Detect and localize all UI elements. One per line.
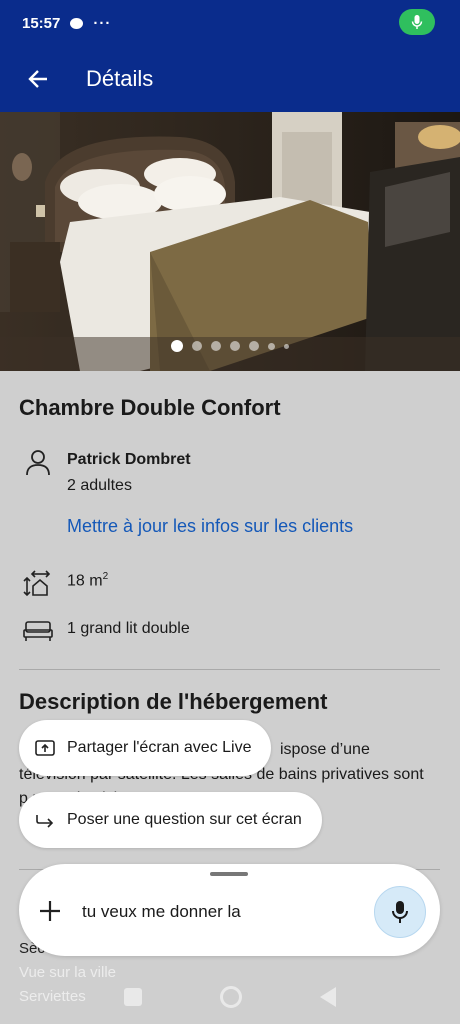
guest-count: 2 adultes: [67, 477, 132, 494]
ask-about-screen-label: Poser une question sur cet écran: [67, 811, 302, 828]
mic-icon: [392, 901, 408, 923]
carousel-dot[interactable]: [284, 343, 289, 349]
share-screen-live-label: Partager l'écran avec Live: [67, 739, 252, 756]
plus-icon[interactable]: [37, 898, 63, 924]
back-button[interactable]: [320, 987, 336, 1007]
app-bar: Détails: [0, 46, 460, 112]
description-text: ispose d’une: [280, 741, 370, 758]
assistant-input-panel: tu veux me donner la: [19, 864, 440, 956]
mic-icon: [411, 15, 423, 29]
system-nav-bar: [0, 970, 460, 1024]
carousel-dot[interactable]: [230, 341, 240, 351]
screen-share-icon: [35, 738, 55, 758]
recents-button[interactable]: [124, 988, 142, 1006]
drag-handle[interactable]: [210, 872, 248, 876]
room-photo: [0, 112, 460, 371]
room-title: Chambre Double Confort: [19, 395, 281, 420]
ask-about-screen-chip[interactable]: Poser une question sur cet écran: [19, 792, 322, 848]
page-title: Détails: [86, 66, 154, 91]
home-button[interactable]: [220, 986, 242, 1008]
status-time: 15:57: [22, 14, 61, 32]
carousel-dot[interactable]: [171, 340, 183, 352]
room-size-icon: [23, 570, 51, 597]
description-title: Description de l'hébergement: [19, 689, 328, 714]
back-arrow-icon[interactable]: [10, 51, 66, 107]
guest-name: Patrick Dombret: [67, 451, 191, 468]
update-guest-info-link[interactable]: Mettre à jour les infos sur les clients: [67, 516, 353, 537]
share-screen-live-chip[interactable]: Partager l'écran avec Live: [19, 720, 272, 776]
carousel-dot[interactable]: [249, 341, 259, 351]
carousel-dot[interactable]: [268, 342, 275, 350]
bed-icon: [23, 621, 53, 641]
chat-bubble-icon: [70, 17, 84, 29]
mic-button[interactable]: [374, 886, 426, 938]
status-bar: 15:57 ···: [0, 0, 460, 46]
bed-type: 1 grand lit double: [67, 620, 190, 637]
carousel-dot[interactable]: [192, 341, 202, 351]
more-notifications-icon: ···: [93, 14, 112, 32]
redirect-arrow-icon: [35, 810, 55, 830]
carousel-dot[interactable]: [211, 341, 221, 351]
room-size-unit-exponent: 2: [102, 571, 109, 582]
divider: [19, 669, 440, 670]
mic-active-indicator: [399, 9, 435, 35]
carousel-indicator: [0, 340, 460, 352]
room-size: 18 m2: [67, 571, 109, 590]
person-icon: [26, 450, 50, 476]
room-photo-carousel[interactable]: [0, 112, 460, 371]
assistant-query-input[interactable]: tu veux me donner la: [82, 902, 241, 922]
